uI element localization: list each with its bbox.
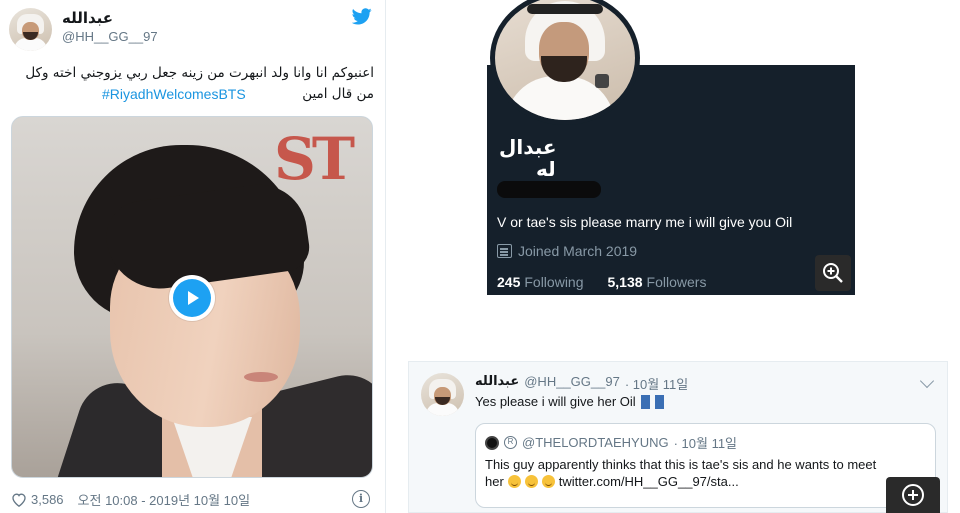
joined-date: Joined March 2019 xyxy=(518,243,638,259)
quoted-author-avatar[interactable] xyxy=(485,435,499,450)
reply-author-name[interactable]: عبدالله xyxy=(475,374,519,393)
quoted-text-prefix: her xyxy=(485,474,504,489)
quoted-text-line2: her twitter.com/HH__GG__97/sta... xyxy=(485,474,739,489)
tweet-video-thumbnail[interactable]: ST U+ xyxy=(11,116,373,478)
profile-name-line1: عبدال xyxy=(499,135,557,159)
laughing-emoji-icon xyxy=(507,475,521,488)
quoted-tweet-header: R @THELORDTAEHYUNG · 10월 11일 xyxy=(485,433,737,452)
profile-joined: Joined March 2019 xyxy=(497,243,637,259)
profile-name-line2: له xyxy=(536,157,556,181)
reply-tweet-text: Yes please i will give her Oil xyxy=(475,394,664,409)
quoted-text-line1: This guy apparently thinks that this is … xyxy=(485,457,877,472)
left-author-avatar[interactable] xyxy=(9,8,52,51)
hashtag-link[interactable]: #RiyadhWelcomesBTS xyxy=(102,86,246,102)
reply-author-handle[interactable]: @HH__GG__97 xyxy=(524,374,620,393)
registered-icon: R xyxy=(504,436,517,449)
followers-count[interactable]: 5,138 xyxy=(608,274,643,290)
quoted-link[interactable]: twitter.com/HH__GG__97/sta... xyxy=(559,474,739,489)
calendar-icon xyxy=(497,244,512,258)
laughing-emoji-icon xyxy=(524,475,538,488)
following-count[interactable]: 245 xyxy=(497,274,520,290)
followers-label[interactable]: Followers xyxy=(647,274,707,290)
left-author-name[interactable]: عبدالله xyxy=(62,9,113,27)
profile-avatar[interactable] xyxy=(495,0,635,120)
play-button[interactable] xyxy=(169,275,215,321)
heart-icon[interactable] xyxy=(11,492,27,507)
left-tweet-meta: 3,586 오전 10:08 - 2019년 10월 10일 xyxy=(11,490,250,509)
tweet-timestamp[interactable]: 오전 10:08 - 2019년 10월 10일 xyxy=(78,490,251,509)
quoted-author-handle[interactable]: @THELORDTAEHYUNG xyxy=(522,435,669,450)
reply-date[interactable]: · 10월 11일 xyxy=(625,374,688,393)
profile-follow-stats: 245 Following 5,138 Followers xyxy=(497,274,706,290)
zoom-in-icon[interactable] xyxy=(815,255,851,291)
left-author-handle[interactable]: @HH__GG__97 xyxy=(62,29,158,44)
emoji-icon xyxy=(654,394,664,409)
reply-tweet-header: عبدالله @HH__GG__97 · 10월 11일 xyxy=(475,374,688,393)
info-icon[interactable]: i xyxy=(352,490,370,508)
profile-bio: V or tae's sis please marry me i will gi… xyxy=(497,214,793,230)
reply-text: Yes please i will give her Oil xyxy=(475,394,636,409)
laughing-emoji-icon xyxy=(541,475,555,488)
emoji-icon xyxy=(640,394,650,409)
like-count[interactable]: 3,586 xyxy=(31,492,64,507)
following-label[interactable]: Following xyxy=(524,274,583,290)
zoom-in-icon[interactable] xyxy=(886,477,940,513)
redacted-handle xyxy=(497,181,601,198)
play-icon xyxy=(188,291,199,305)
quoted-date: · 10월 11일 xyxy=(673,436,738,451)
reply-author-avatar[interactable] xyxy=(421,373,464,416)
twitter-bird-icon[interactable] xyxy=(352,8,372,25)
